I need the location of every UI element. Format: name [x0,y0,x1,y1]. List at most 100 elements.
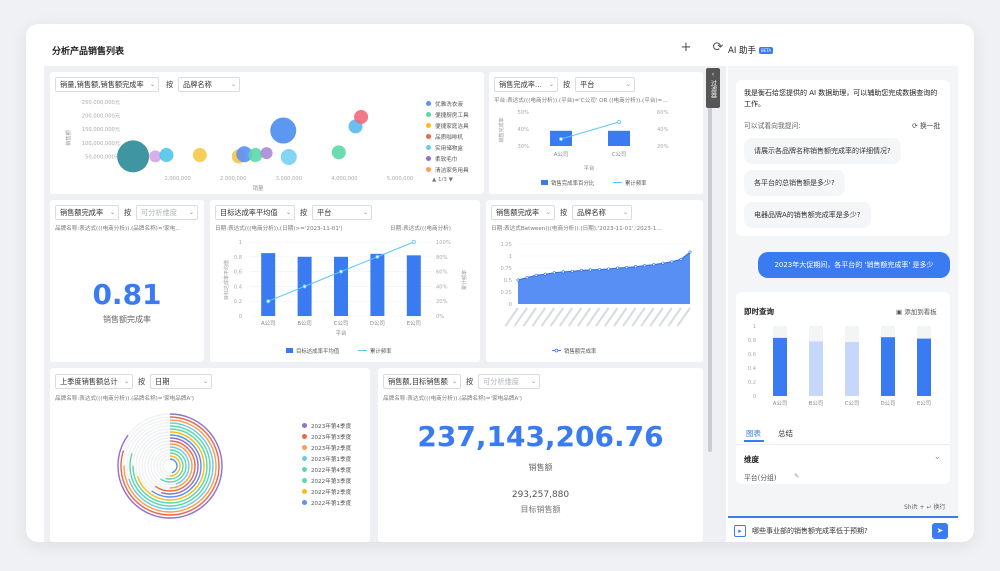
dimension-select[interactable]: 平台 ⌄ [312,205,372,220]
refresh-suggestions-button[interactable]: ⟳ 换一批 [912,120,940,130]
legend-swatch [286,348,293,353]
pager-down-icon[interactable]: ▼ [449,177,453,183]
chevron-down-icon[interactable]: ⌄ [934,452,941,461]
legend-item[interactable]: 2023年第4季度 [302,420,351,431]
legend-pager[interactable]: ▲ 1/3 ▼ [432,175,469,185]
cumulative-point [411,240,416,245]
tab-chart[interactable]: 图表 [746,428,761,439]
measure-select[interactable]: 销售额完成率 ⌄ [55,205,119,220]
shift-hint: Shift + ↵ 换行 [904,502,945,511]
legend-item[interactable]: 清洁家务用具 [426,164,469,175]
area-point [652,263,656,267]
filter-chip[interactable]: 平台:表达式(((电商分析)).(平台)='C公司' OR ((电商分析)).(… [494,97,698,106]
scatter-bubble [260,147,273,160]
card-bubble-chart: 销量,销售额,销售额完成率 ⌄ 按 品牌名称 ⌄ 250,000,000元 200,0… [50,72,484,194]
filter-chip[interactable]: 日期:表达式Between(((电商分析)).(日期),'2023-11-01'… [491,225,698,234]
legend-item[interactable]: 优雅洗衣液 [426,98,469,109]
dimension-select[interactable]: 品牌名称 ⌄ [178,77,240,92]
filter-chip[interactable]: 品牌名称:表达式(((电商分析)).(品牌名称)='家电品牌A') [383,395,698,404]
legend-item[interactable]: 便捷家庭洁具 [426,120,469,131]
try-label: 可以试着向我提问: [744,122,801,130]
chat-input[interactable] [752,522,922,540]
legend-item[interactable]: 2023年第1季度 [302,453,351,464]
filter-chip[interactable]: 日期:表达式(((电商分析)).(日期)>='2023-11-01') [215,225,383,234]
dimension-select[interactable]: 可分析维度 ⌄ [136,205,198,220]
x-tick-label: 5,000,000 [387,176,413,182]
area-point [616,266,620,270]
add-button[interactable]: + [678,40,694,56]
bar [370,253,385,316]
area-point [579,268,583,272]
legend-item[interactable]: 2022年第4季度 [302,464,351,475]
by-label: 按 [300,208,308,217]
filter-chip[interactable]: 品牌名称:表达式(((电商分析)).(品牌名称)='家电... [55,225,199,234]
scatter-bubble [331,145,346,160]
attach-icon[interactable]: ▸ [734,525,746,537]
sales-label: 销售额 [528,463,553,472]
measure-select[interactable]: 上季度销售额总计 ⌄ [55,374,133,389]
add-to-board-button[interactable]: ▣ 添加到看板 [896,306,937,316]
legend-label: 2023年第3季度 [311,434,352,441]
intro-card: 我是衡石给您提供的 AI 数据助理，可以辅助您完成数据查询的工作。 可以试着向我… [736,80,950,236]
measure-select[interactable]: 目标达成率平均值 ⌄ [215,205,295,220]
area-point [634,265,638,269]
pager-up-icon[interactable]: ▲ [432,177,436,183]
legend-item[interactable]: 品质咖啡机 [426,131,469,142]
legend-label: 品质咖啡机 [435,134,463,141]
legend-item[interactable]: 2023年第2季度 [302,442,351,453]
legend-label: 销售完成率百分比 [551,179,595,187]
dashboard-header: 分析产品销售列表 + ⟳ [44,24,734,64]
x-tick-label: C公司 [612,151,627,158]
measure-select[interactable]: 销量,销售额,销售额完成率 ⌄ [55,77,159,92]
legend-item[interactable]: 2022年第1季度 [302,497,351,508]
dashboard-scrollbar[interactable] [708,72,712,452]
dimension-select[interactable]: 平台 ⌄ [575,77,635,92]
edit-icon[interactable]: ✎ [794,472,799,480]
card-kpi-sales: 销售额,目标销售额 ⌄ 按 可分析维度 ⌄ 品牌名称:表达式(((电商分析)).(品… [378,368,703,542]
legend-label: 实用储物盒 [435,145,463,152]
bar [845,342,859,396]
area-point [607,267,611,271]
x-tick-label: 4,000,000 [331,176,357,182]
ai-assistant-panel: AI 助手 BETA 我是衡石给您提供的 AI 数据助理，可以辅助您完成数据查询的… [728,24,974,542]
legend-item[interactable]: 便捷厨房工具 [426,109,469,120]
bar [334,256,348,316]
y2-tick-label: 20% [436,299,448,305]
measure-select[interactable]: 销售完成率... ⌄ [494,77,558,92]
filter-side-tab[interactable]: ‹ 过滤器 [706,68,720,108]
legend-item[interactable]: 2022年第3季度 [302,475,351,486]
dimension-select[interactable]: 品牌名称 ⌄ [572,205,632,220]
suggestion-2[interactable]: 各平台的总销售额是多少? [744,170,845,196]
send-button[interactable]: ➤ [932,523,948,539]
y-tick-label: 0.25 [500,290,512,296]
y2-tick-label: 100% [436,240,451,246]
area-point [597,267,601,271]
scatter-bubble [354,109,369,124]
filter-chip[interactable]: 品牌名称:表达式(((电商分析)).(品牌名称)='家电品牌A') [55,395,365,404]
tab-summary[interactable]: 总结 [778,428,793,439]
scatter-bubble [248,148,263,163]
dimension-select[interactable]: 可分析维度 ⌄ [478,374,540,389]
filter-chip[interactable]: 日期:表达式(((电商分析) [390,225,476,234]
legend-item[interactable]: 2022年第2季度 [302,486,351,497]
x-axis-label: 平台 [584,164,595,172]
dimension-select[interactable]: 日期 ⌄ [150,374,212,389]
area-point [534,273,538,277]
x-tick-label: E公司 [917,400,931,407]
refresh-button[interactable]: ⟳ [710,40,726,56]
legend-label: 目标达成率平均值 [296,347,340,355]
suggestion-3[interactable]: 电器品牌A的销售额完成率是多少? [744,202,871,228]
legend-item[interactable]: 实用储物盒 [426,142,469,153]
dashboard-canvas: 销量,销售额,销售额完成率 ⌄ 按 品牌名称 ⌄ 250,000,000元 200,0… [44,66,726,542]
y-tick-label: 0 [239,314,242,320]
measure-select[interactable]: 销售额,目标销售额 ⌄ [383,374,461,389]
legend-item[interactable]: 柔软毛巾 [426,153,469,164]
y-tick-label: 0 [509,302,512,308]
suggestion-1[interactable]: 请展示各品牌名称销售额完成率的详细情况? [744,138,901,164]
legend-label: 2023年第4季度 [311,423,352,430]
measure-select[interactable]: 销售额完成率 ⌄ [491,205,555,220]
legend-item[interactable]: 2023年第3季度 [302,431,351,442]
legend-swatch [302,423,307,428]
legend-swatch [302,456,307,461]
tab-divider [736,444,950,445]
